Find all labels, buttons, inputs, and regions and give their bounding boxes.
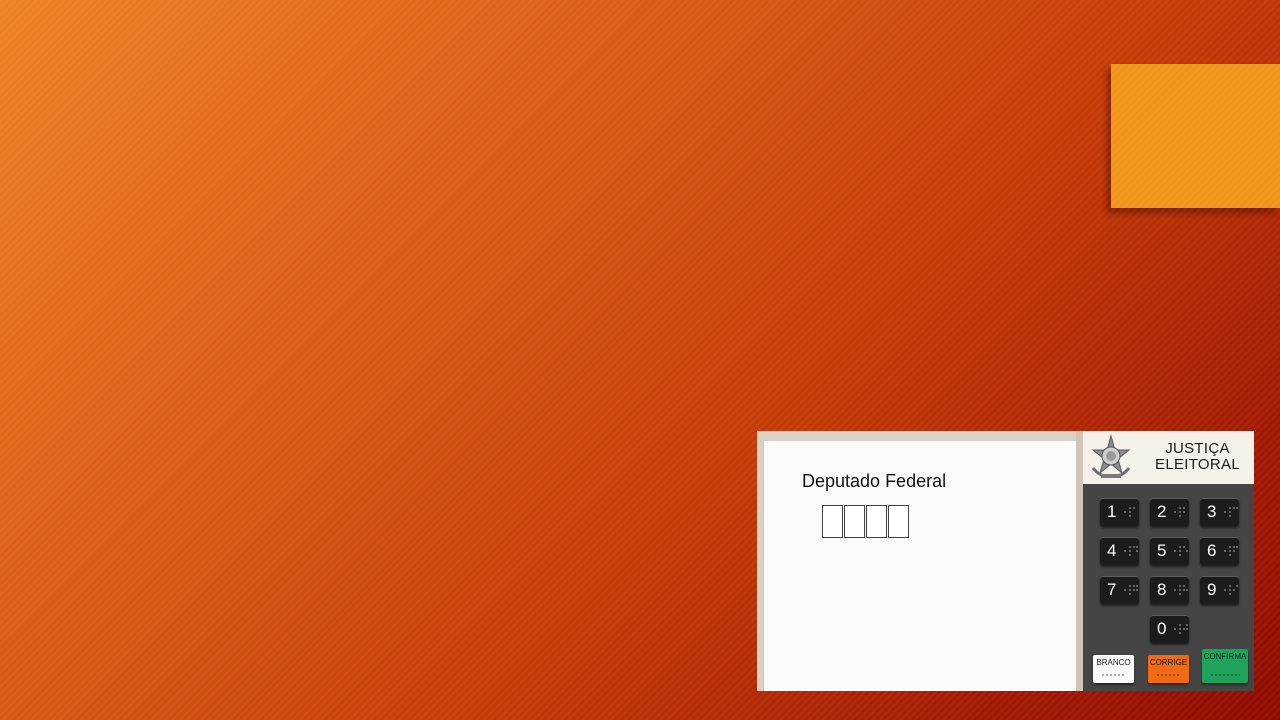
key-3[interactable]: 3 xyxy=(1200,498,1239,526)
key-0[interactable]: 0 xyxy=(1150,615,1189,643)
confirma-button[interactable]: CONFIRMA xyxy=(1202,649,1248,683)
key-7[interactable]: 7 xyxy=(1100,576,1139,604)
voting-machine: Deputado Federal JUSTIÇA ELEITORAL 1 2 3… xyxy=(757,431,1254,691)
braille-dots-icon xyxy=(1222,583,1238,597)
screen-divider xyxy=(1076,431,1083,691)
key-number: 9 xyxy=(1207,580,1217,599)
braille-dots-icon xyxy=(1172,505,1186,519)
key-6[interactable]: 6 xyxy=(1200,537,1239,565)
header-title-line2: ELEITORAL xyxy=(1155,456,1240,473)
braille-dots-icon xyxy=(1172,544,1188,558)
braille-dots-icon xyxy=(1122,544,1138,558)
key-5[interactable]: 5 xyxy=(1150,537,1189,565)
keypad-panel: JUSTIÇA ELEITORAL 1 2 3 4 5 6 7 8 9 0 BR… xyxy=(1083,431,1254,691)
keypad-header: JUSTIÇA ELEITORAL xyxy=(1083,431,1254,484)
header-title-line1: JUSTIÇA xyxy=(1165,440,1230,457)
vote-number-boxes xyxy=(822,505,909,538)
braille-dots-icon xyxy=(1122,505,1136,519)
key-number: 8 xyxy=(1157,580,1167,599)
braille-dots-icon xyxy=(1172,583,1188,597)
corrige-label: CORRIGE xyxy=(1149,658,1188,667)
braille-dots-icon xyxy=(1101,673,1126,677)
key-number: 7 xyxy=(1107,580,1117,599)
branco-label: BRANCO xyxy=(1096,658,1131,667)
key-1[interactable]: 1 xyxy=(1100,498,1139,526)
confirma-label: CONFIRMA xyxy=(1203,652,1247,661)
key-number: 0 xyxy=(1157,619,1167,638)
braille-dots-icon xyxy=(1172,622,1188,636)
braille-dots-icon xyxy=(1222,505,1238,519)
branco-button[interactable]: BRANCO xyxy=(1093,655,1134,683)
voting-screen: Deputado Federal xyxy=(763,441,1077,691)
key-number: 4 xyxy=(1107,541,1117,560)
accent-block xyxy=(1111,64,1280,208)
braille-dots-icon xyxy=(1156,673,1181,677)
braille-dots-icon xyxy=(1210,673,1240,677)
braille-dots-icon xyxy=(1222,544,1238,558)
key-number: 3 xyxy=(1207,502,1217,521)
digit-box xyxy=(822,505,843,538)
justica-eleitoral-title: JUSTIÇA ELEITORAL xyxy=(1145,441,1250,473)
key-8[interactable]: 8 xyxy=(1150,576,1189,604)
key-2[interactable]: 2 xyxy=(1150,498,1189,526)
key-number: 1 xyxy=(1107,502,1117,521)
brazil-coat-of-arms-icon xyxy=(1091,434,1131,478)
key-9[interactable]: 9 xyxy=(1200,576,1239,604)
office-label: Deputado Federal xyxy=(802,471,947,491)
key-number: 6 xyxy=(1207,541,1217,560)
digit-box xyxy=(844,505,865,538)
slide-background: Deputado Federal JUSTIÇA ELEITORAL 1 2 3… xyxy=(0,0,1280,720)
corrige-button[interactable]: CORRIGE xyxy=(1148,655,1189,683)
braille-dots-icon xyxy=(1122,583,1138,597)
digit-box xyxy=(866,505,887,538)
digit-box xyxy=(888,505,909,538)
key-number: 2 xyxy=(1157,502,1167,521)
key-number: 5 xyxy=(1157,541,1167,560)
key-4[interactable]: 4 xyxy=(1100,537,1139,565)
